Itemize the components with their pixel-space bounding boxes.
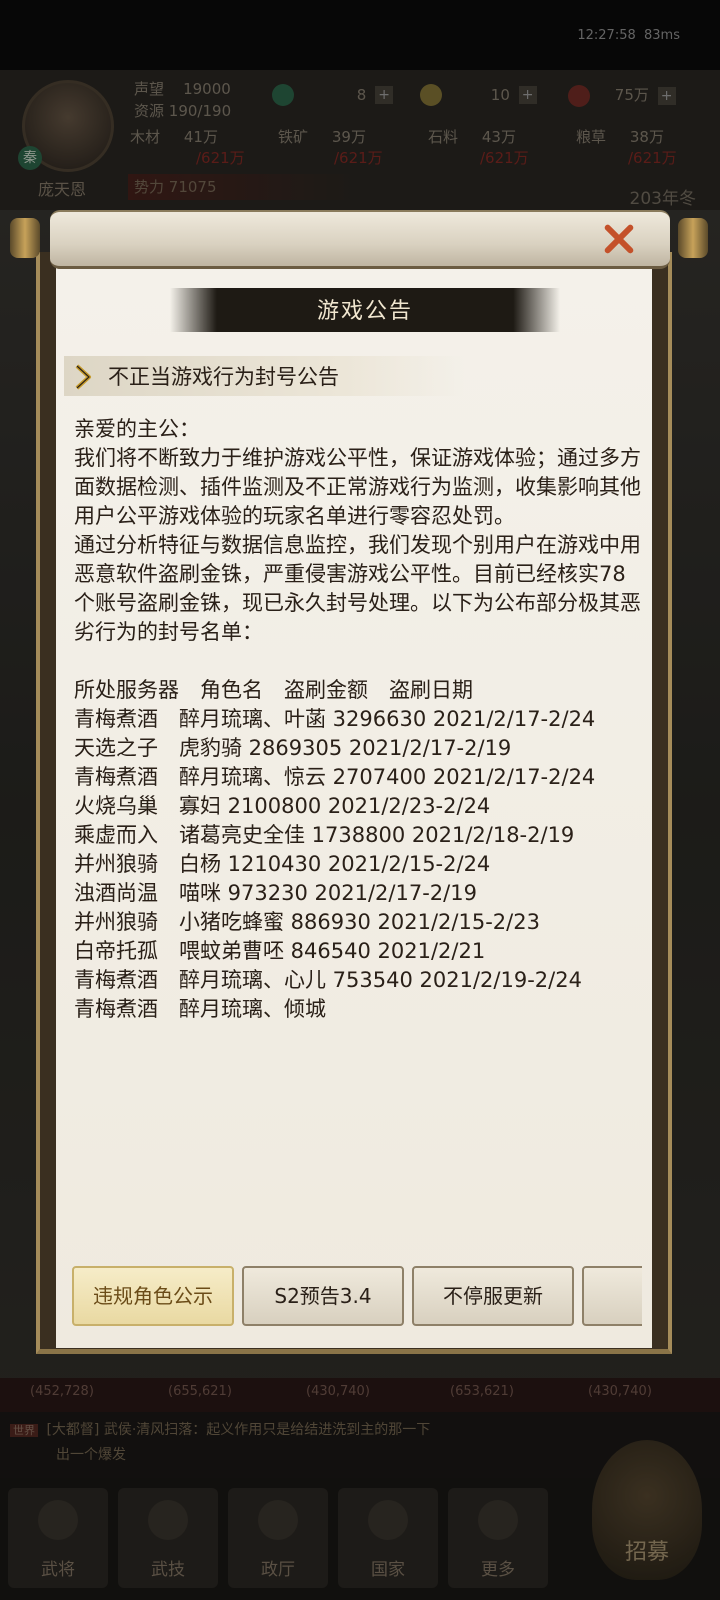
subheading: 不正当游戏行为封号公告	[108, 365, 339, 389]
ban-entry: 天选之子 虎豹骑 2869305 2021/2/17-2/19	[74, 736, 512, 760]
ban-entry: 青梅煮酒 醉月琉璃、倾城	[74, 997, 326, 1021]
chevron-right-icon	[75, 364, 91, 390]
scroll-roll-bar	[50, 210, 670, 269]
ban-entry: 并州狼骑 白杨 1210430 2021/2/15-2/24	[74, 852, 491, 876]
announcement-body[interactable]: 亲爱的主公： 我们将不断致力于维护游戏公平性，保证游戏体验；通过多方面数据检测、…	[74, 415, 644, 1243]
tab-s2-preview[interactable]: S2预告3.4	[242, 1266, 404, 1326]
close-icon[interactable]	[598, 218, 638, 258]
greeting: 亲爱的主公：	[74, 417, 200, 441]
tab-violation-list[interactable]: 违规角色公示	[72, 1266, 234, 1326]
tab-s2[interactable]: S2	[582, 1266, 642, 1326]
ban-entry: 白帝托孤 喂蚊弟曹呸 846540 2021/2/21	[74, 939, 486, 963]
tab-hot-update[interactable]: 不停服更新	[412, 1266, 574, 1326]
scroll-knob-right	[678, 218, 708, 258]
scroll-knob-left	[10, 218, 40, 258]
ban-entry: 青梅煮酒 醉月琉璃、心儿 753540 2021/2/19-2/24	[74, 968, 582, 992]
ban-entry: 青梅煮酒 醉月琉璃、惊云 2707400 2021/2/17-2/24	[74, 765, 596, 789]
ban-table-header: 所处服务器 角色名 盗刷金额 盗刷日期	[74, 678, 473, 702]
dialog-title: 游戏公告	[316, 299, 413, 324]
paragraph-1: 我们将不断致力于维护游戏公平性，保证游戏体验；通过多方面数据检测、插件监测及不正…	[74, 446, 641, 528]
scroll-roll	[6, 210, 714, 272]
ban-entry: 乘虚而入 诸葛亮史全佳 1738800 2021/2/18-2/19	[74, 823, 575, 847]
ban-entry: 青梅煮酒 醉月琉璃、叶菡 3296630 2021/2/17-2/24	[74, 707, 596, 731]
announcement-tabs: 违规角色公示 S2预告3.4 不停服更新 S2	[62, 1258, 642, 1338]
paragraph-2: 通过分析特征与数据信息监控，我们发现个别用户在游戏中用恶意软件盗刷金铢，严重侵害…	[74, 533, 641, 644]
ban-entry: 火烧乌巢 寡妇 2100800 2021/2/23-2/24	[74, 794, 491, 818]
ban-entry: 浊酒尚温 喵咪 973230 2021/2/17-2/19	[74, 881, 477, 905]
ban-entry: 并州狼骑 小猪吃蜂蜜 886930 2021/2/15-2/23	[74, 910, 540, 934]
